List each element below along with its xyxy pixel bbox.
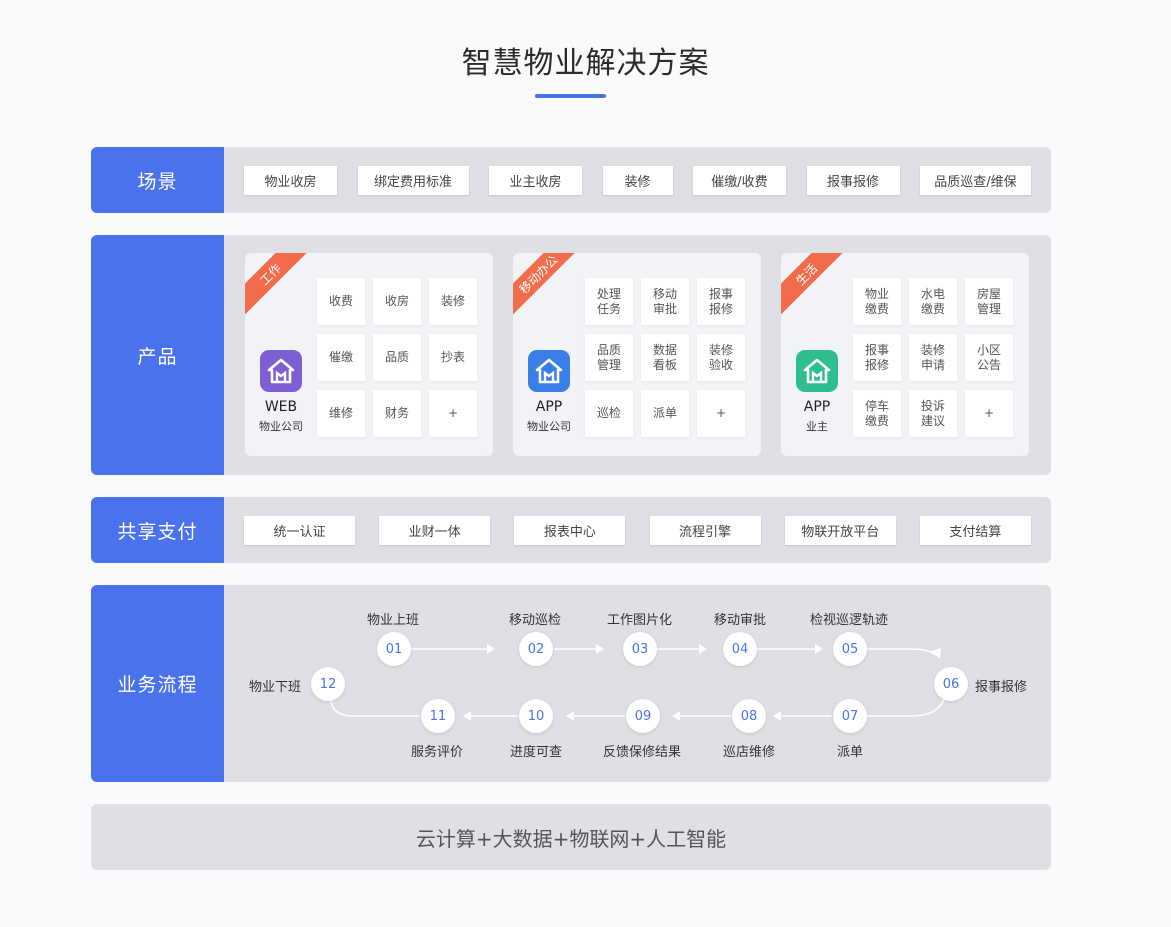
feature-cell[interactable]: 停车 缴费 [853,390,901,437]
title-underline [535,94,606,98]
feature-cell[interactable]: 小区 公告 [965,334,1013,381]
feature-cell[interactable]: 数据 看板 [641,334,689,381]
feature-grid: 物业 缴费 水电 缴费 房屋 管理 报事 报修 装修 申请 小区 公告 停车 缴… [853,278,1013,437]
home-icon [796,350,838,392]
scene-chip[interactable]: 绑定费用标准 [357,165,469,195]
home-icon [260,350,302,392]
feature-cell[interactable]: 投诉 建议 [909,390,957,437]
feature-cell[interactable]: 装修 验收 [697,334,745,381]
add-feature-button[interactable]: + [965,390,1013,437]
feature-cell[interactable]: 报事 报修 [697,278,745,325]
feature-cell[interactable]: 房屋 管理 [965,278,1013,325]
step-node-10[interactable]: 10 [519,699,553,733]
feature-cell[interactable]: 装修 申请 [909,334,957,381]
ribbon-badge: 工作 [245,253,315,319]
product-card-app-owner: 生活 APP 业主 物业 缴费 水电 缴费 房屋 管理 报事 报修 装修 申请 … [781,253,1029,456]
scene-chip[interactable]: 报事报修 [806,165,900,195]
ribbon-badge: 移动办公 [513,253,583,319]
foundation-row: 云计算+大数据+物联网+人工智能 [91,804,1051,870]
feature-cell[interactable]: 财务 [373,390,421,437]
scene-chip[interactable]: 业主收房 [489,165,582,195]
step-label-09: 反馈保修结果 [603,745,682,760]
scenes-list: 物业收房 绑定费用标准 业主收房 装修 催缴/收费 报事报修 品质巡查/维保 [244,147,1031,213]
scenes-label: 场景 [91,147,224,213]
products-label: 产品 [91,235,224,475]
step-node-01[interactable]: 01 [377,632,411,666]
process-row: 业务流程 01 02 03 04 05 06 07 08 09 10 11 12… [91,585,1051,782]
feature-cell[interactable]: 收房 [373,278,421,325]
scene-chip[interactable]: 品质巡查/维保 [920,165,1031,195]
home-icon [528,350,570,392]
feature-grid: 处理 任务 移动 审批 报事 报修 品质 管理 数据 看板 装修 验收 巡检 派… [585,278,745,437]
scene-chip[interactable]: 装修 [602,165,673,195]
step-node-11[interactable]: 11 [421,699,455,733]
step-label-01: 物业上班 [367,613,420,628]
payment-chip[interactable]: 物联开放平台 [784,515,896,545]
feature-cell[interactable]: 装修 [429,278,477,325]
product-subtitle: 物业公司 [527,420,571,433]
payment-chip[interactable]: 报表中心 [514,515,626,545]
step-node-06[interactable]: 06 [934,667,968,701]
scenes-row: 场景 物业收房 绑定费用标准 业主收房 装修 催缴/收费 报事报修 品质巡查/维… [91,147,1051,213]
feature-cell[interactable]: 收费 [317,278,365,325]
feature-cell[interactable]: 报事 报修 [853,334,901,381]
flow-connectors [330,644,946,721]
feature-cell[interactable]: 品质 管理 [585,334,633,381]
feature-cell[interactable]: 品质 [373,334,421,381]
step-node-07[interactable]: 07 [833,699,867,733]
step-label-05: 检视巡逻轨迹 [810,613,889,628]
scene-chip[interactable]: 物业收房 [244,165,337,195]
scene-chip[interactable]: 催缴/收费 [693,165,786,195]
step-node-05[interactable]: 05 [833,632,867,666]
feature-cell[interactable]: 移动 审批 [641,278,689,325]
payment-list: 统一认证 业财一体 报表中心 流程引擎 物联开放平台 支付结算 [244,497,1031,563]
feature-cell[interactable]: 巡检 [585,390,633,437]
feature-cell[interactable]: 维修 [317,390,365,437]
step-node-04[interactable]: 04 [723,632,757,666]
payment-chip[interactable]: 流程引擎 [649,515,761,545]
feature-grid: 收费 收房 装修 催缴 品质 抄表 维修 财务 + [317,278,477,437]
product-subtitle: 物业公司 [259,420,303,433]
step-node-12[interactable]: 12 [311,667,345,701]
page-title: 智慧物业解决方案 [461,46,710,81]
product-card-app-company: 移动办公 APP 物业公司 处理 任务 移动 审批 报事 报修 品质 管理 数据… [513,253,761,456]
step-label-11: 服务评价 [411,745,464,760]
feature-cell[interactable]: 物业 缴费 [853,278,901,325]
step-label-03: 工作图片化 [607,613,673,628]
step-node-09[interactable]: 09 [626,699,660,733]
foundation-text: 云计算+大数据+物联网+人工智能 [415,826,727,851]
payment-chip[interactable]: 统一认证 [244,515,355,545]
add-feature-button[interactable]: + [429,390,477,437]
step-label-08: 巡店维修 [723,745,776,760]
step-node-03[interactable]: 03 [623,632,657,666]
product-name: WEB [264,399,298,415]
product-subtitle: 业主 [806,420,828,433]
product-name: APP [535,399,563,415]
ribbon-badge: 生活 [781,253,851,319]
products-row: 产品 工作 WEB 物业公司 收费 收房 装修 催缴 品质 抄表 维修 财务 +… [91,235,1051,475]
add-feature-button[interactable]: + [697,390,745,437]
step-label-06: 报事报修 [975,680,1028,695]
feature-cell[interactable]: 抄表 [429,334,477,381]
step-label-02: 移动巡检 [509,613,562,628]
payment-row: 共享支付 统一认证 业财一体 报表中心 流程引擎 物联开放平台 支付结算 [91,497,1051,563]
step-label-12: 物业下班 [249,680,302,695]
step-label-10: 进度可查 [510,745,563,760]
step-label-04: 移动审批 [714,613,767,628]
payment-chip[interactable]: 业财一体 [379,515,491,545]
feature-cell[interactable]: 催缴 [317,334,365,381]
feature-cell[interactable]: 处理 任务 [585,278,633,325]
payment-chip[interactable]: 支付结算 [919,515,1031,545]
step-node-02[interactable]: 02 [519,632,553,666]
product-name: APP [803,399,831,415]
payment-label: 共享支付 [91,497,224,563]
step-label-07: 派单 [837,745,864,760]
feature-cell[interactable]: 派单 [641,390,689,437]
feature-cell[interactable]: 水电 缴费 [909,278,957,325]
step-node-08[interactable]: 08 [732,699,766,733]
product-card-web: 工作 WEB 物业公司 收费 收房 装修 催缴 品质 抄表 维修 财务 + [245,253,493,456]
